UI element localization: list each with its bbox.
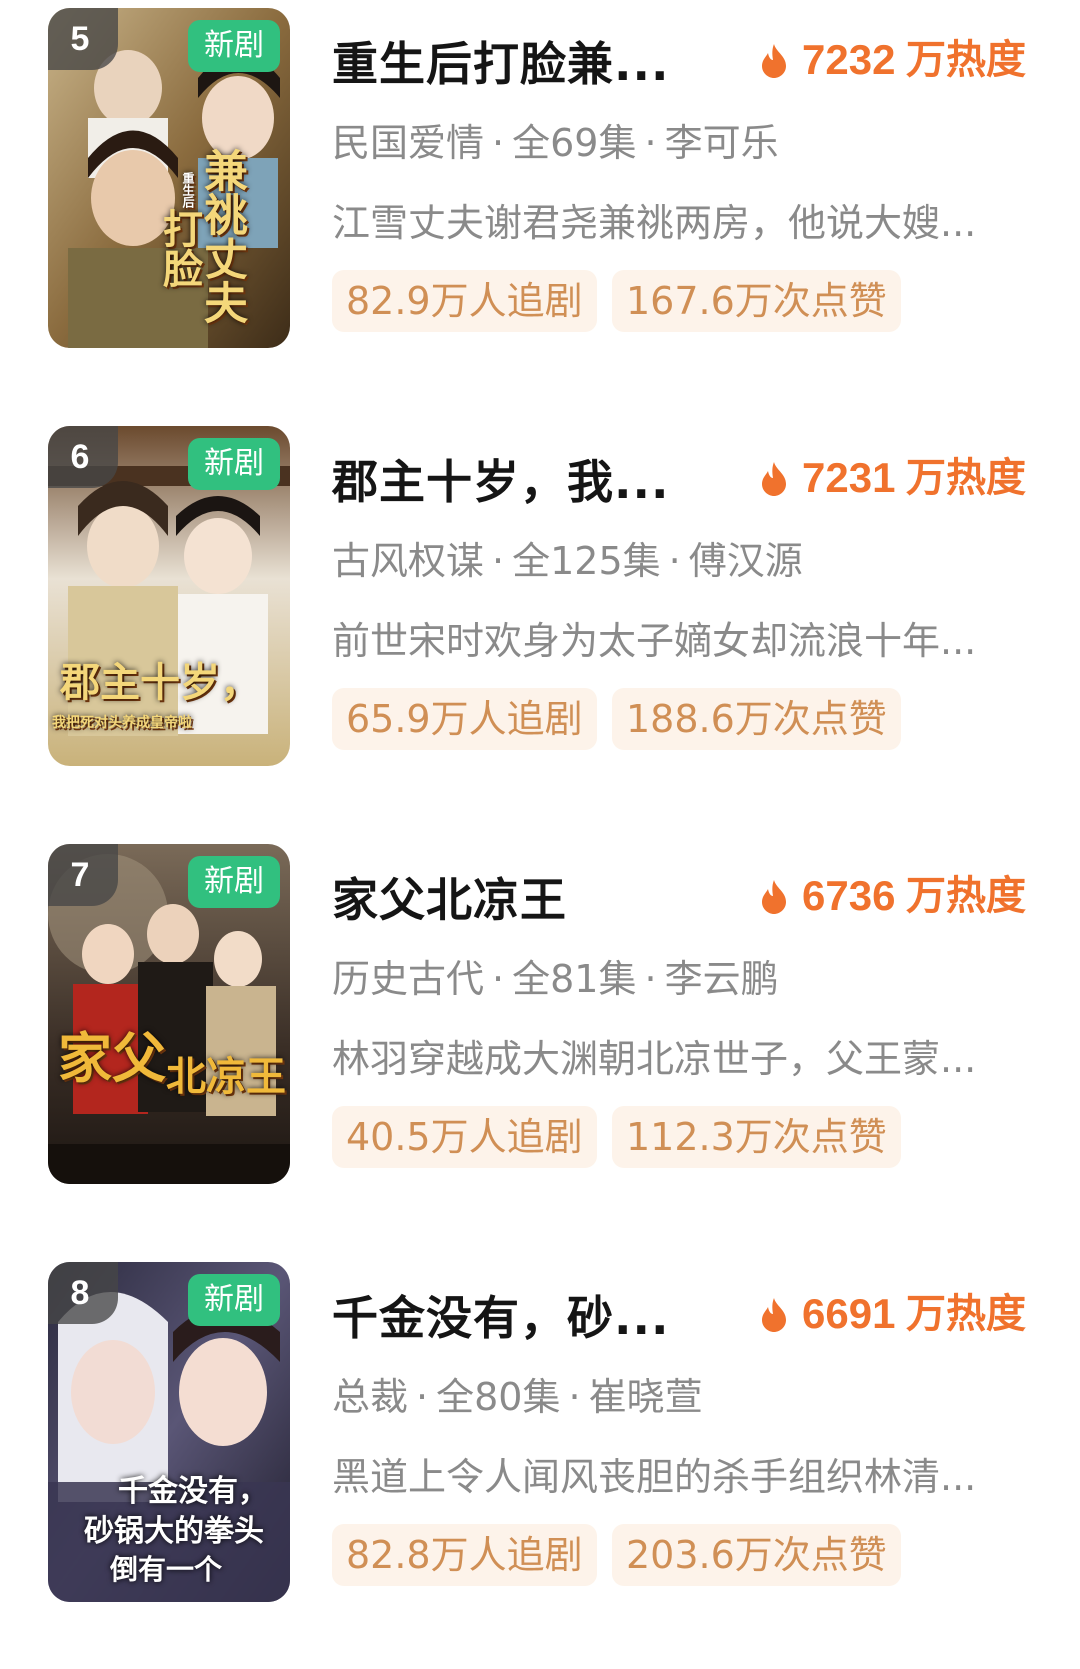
poster-caption: 打脸 bbox=[156, 208, 203, 288]
poster-caption: 倒有一个 bbox=[110, 1553, 223, 1586]
heat-indicator: 7231 万热度 bbox=[760, 450, 1030, 506]
separator: · bbox=[568, 1375, 581, 1419]
flame-icon bbox=[762, 1298, 786, 1332]
poster-image[interactable]: 郡主十岁， 我把死对头养成皇帝啦 6 新剧 bbox=[48, 426, 290, 766]
followers-tag: 40.5万人追剧 bbox=[332, 1106, 597, 1168]
drama-title[interactable]: 家父北凉王 bbox=[332, 864, 762, 930]
new-badge: 新剧 bbox=[188, 1274, 280, 1326]
poster-caption: 郡主十岁， bbox=[60, 659, 260, 706]
meta-line: 民国爱情 · 全69集 · 李可乐 bbox=[332, 112, 779, 167]
separator: · bbox=[668, 539, 681, 583]
actor: 傅汉源 bbox=[688, 539, 803, 583]
heat-unit: 万热度 bbox=[906, 37, 1026, 83]
flame-icon bbox=[762, 44, 786, 78]
followers-tag: 82.8万人追剧 bbox=[332, 1524, 597, 1586]
poster-caption: 我把死对头养成皇帝啦 bbox=[52, 715, 192, 731]
heat-value: 6691 bbox=[802, 1290, 896, 1337]
meta-line: 总裁 · 全80集 · 崔晓萱 bbox=[332, 1366, 703, 1421]
new-badge: 新剧 bbox=[188, 856, 280, 908]
followers-tag: 82.9万人追剧 bbox=[332, 270, 597, 332]
poster-caption: 兼祧丈夫 bbox=[196, 148, 247, 324]
actor: 李可乐 bbox=[664, 121, 779, 165]
rank-badge: 7 bbox=[48, 844, 118, 906]
drama-title[interactable]: 重生后打脸兼... bbox=[332, 28, 762, 94]
heat-unit: 万热度 bbox=[906, 1291, 1026, 1337]
poster-caption: 千金没有， bbox=[118, 1474, 268, 1509]
genre: 古风权谋 bbox=[332, 539, 485, 583]
likes-tag: 188.6万次点赞 bbox=[612, 688, 901, 750]
flame-icon bbox=[762, 462, 786, 496]
meta-line: 古风权谋 · 全125集 · 傅汉源 bbox=[332, 530, 803, 585]
poster-image[interactable]: 千金没有， 砂锅大的拳头 倒有一个 8 新剧 bbox=[48, 1262, 290, 1602]
poster-caption: 重生后 bbox=[181, 172, 195, 208]
poster-caption: 家父 bbox=[58, 1026, 166, 1090]
heat-unit: 万热度 bbox=[906, 873, 1026, 919]
poster-image[interactable]: 家父 北凉王 7 新剧 bbox=[48, 844, 290, 1184]
heat-value: 6736 bbox=[802, 872, 896, 919]
drama-title[interactable]: 千金没有，砂... bbox=[332, 1282, 762, 1348]
description: 黑道上令人闻风丧胆的杀手组织林清... bbox=[332, 1455, 977, 1499]
drama-ranking-list: 兼祧丈夫 打脸 重生后 5 新剧 重生后打脸兼... 7232 万热度 民国爱情… bbox=[0, 0, 1080, 1669]
separator: · bbox=[416, 1375, 429, 1419]
description: 前世宋时欢身为太子嫡女却流浪十年... bbox=[332, 619, 977, 663]
separator: · bbox=[644, 121, 657, 165]
drama-title[interactable]: 郡主十岁，我... bbox=[332, 446, 762, 512]
genre: 总裁 bbox=[332, 1375, 409, 1419]
heat-indicator: 6736 万热度 bbox=[760, 868, 1030, 924]
followers-tag: 65.9万人追剧 bbox=[332, 688, 597, 750]
separator: · bbox=[644, 957, 657, 1001]
episodes: 全81集 bbox=[512, 957, 637, 1001]
heat-indicator: 6691 万热度 bbox=[760, 1286, 1030, 1342]
separator: · bbox=[492, 121, 505, 165]
rank-badge: 8 bbox=[48, 1262, 118, 1324]
rank-badge: 6 bbox=[48, 426, 118, 488]
list-item[interactable]: 郡主十岁， 我把死对头养成皇帝啦 6 新剧 郡主十岁，我... 7231 万热度… bbox=[0, 418, 1080, 778]
heat-value: 7231 bbox=[802, 454, 896, 501]
episodes: 全69集 bbox=[512, 121, 637, 165]
likes-tag: 203.6万次点赞 bbox=[612, 1524, 901, 1586]
list-item[interactable]: 千金没有， 砂锅大的拳头 倒有一个 8 新剧 千金没有，砂... 6691 万热… bbox=[0, 1254, 1080, 1614]
heat-indicator: 7232 万热度 bbox=[760, 32, 1030, 88]
list-item[interactable]: 家父 北凉王 7 新剧 家父北凉王 6736 万热度 历史古代 · 全81集 · 李云鹏… bbox=[0, 836, 1080, 1196]
separator: · bbox=[492, 539, 505, 583]
genre: 历史古代 bbox=[332, 957, 485, 1001]
poster-caption: 北凉王 bbox=[166, 1053, 286, 1100]
likes-tag: 112.3万次点赞 bbox=[612, 1106, 901, 1168]
actor: 崔晓萱 bbox=[588, 1375, 703, 1419]
meta-line: 历史古代 · 全81集 · 李云鹏 bbox=[332, 948, 779, 1003]
heat-value: 7232 bbox=[802, 36, 896, 83]
description: 江雪丈夫谢君尧兼祧两房，他说大嫂... bbox=[332, 201, 977, 245]
new-badge: 新剧 bbox=[188, 20, 280, 72]
description: 林羽穿越成大渊朝北凉世子，父王蒙... bbox=[332, 1037, 977, 1081]
actor: 李云鹏 bbox=[664, 957, 779, 1001]
poster-caption: 砂锅大的拳头 bbox=[84, 1514, 264, 1549]
flame-icon bbox=[762, 880, 786, 914]
genre: 民国爱情 bbox=[332, 121, 485, 165]
poster-image[interactable]: 兼祧丈夫 打脸 重生后 5 新剧 bbox=[48, 8, 290, 348]
separator: · bbox=[492, 957, 505, 1001]
likes-tag: 167.6万次点赞 bbox=[612, 270, 901, 332]
heat-unit: 万热度 bbox=[906, 455, 1026, 501]
rank-badge: 5 bbox=[48, 8, 118, 70]
new-badge: 新剧 bbox=[188, 438, 280, 490]
list-item[interactable]: 兼祧丈夫 打脸 重生后 5 新剧 重生后打脸兼... 7232 万热度 民国爱情… bbox=[0, 0, 1080, 360]
episodes: 全80集 bbox=[436, 1375, 561, 1419]
episodes: 全125集 bbox=[512, 539, 661, 583]
